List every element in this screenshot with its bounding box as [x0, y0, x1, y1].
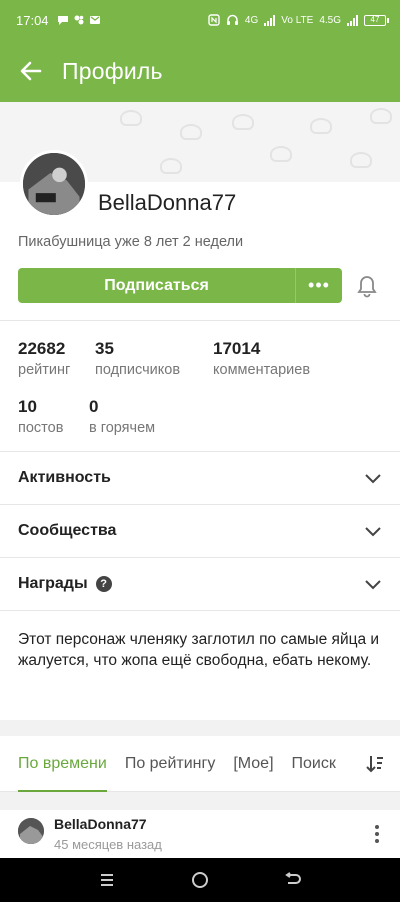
- network-label: 4G: [244, 14, 259, 26]
- gmail-icon: [89, 16, 100, 24]
- network2-label: 4.5G: [319, 14, 341, 26]
- nfc-icon: [208, 14, 220, 26]
- stat-caption: подписчиков: [95, 362, 181, 378]
- chevron-down-icon: [365, 527, 381, 537]
- menu-icon[interactable]: [95, 868, 119, 892]
- subscribe-button[interactable]: Подписаться: [18, 268, 296, 303]
- chevron-down-icon: [365, 474, 381, 484]
- subscribe-button-group: Подписаться •••: [18, 268, 342, 303]
- app-bar: Профиль: [0, 40, 400, 102]
- post-tabs: По времени По рейтингу [Мое] Поиск: [0, 736, 400, 792]
- app-icon: [74, 15, 84, 25]
- section-communities[interactable]: Сообщества: [0, 504, 400, 557]
- status-bar: 17:04 4G Vo LTE 4.5G 47: [0, 0, 400, 40]
- stat-posts[interactable]: 10 постов: [18, 397, 63, 436]
- stat-value: 0: [89, 397, 99, 416]
- section-label: Сообщества: [18, 522, 117, 539]
- status-time: 17:04: [16, 12, 49, 28]
- stat-value: 22682: [18, 339, 66, 358]
- chevron-down-icon: [365, 580, 381, 590]
- profile-stats: 22682 рейтинг 35 подписчиков 17014 комме…: [0, 321, 400, 451]
- page-title: Профиль: [62, 57, 163, 84]
- back-icon[interactable]: [281, 868, 305, 892]
- post-avatar[interactable]: [18, 818, 44, 844]
- home-icon[interactable]: [188, 868, 212, 892]
- chat-icon: [57, 16, 68, 25]
- avatar[interactable]: [20, 150, 88, 218]
- status-right: 4G Vo LTE 4.5G 47: [208, 14, 389, 26]
- signal-icon: [264, 14, 276, 26]
- tab-by-rating[interactable]: По рейтингу: [125, 736, 216, 792]
- volte-label: Vo LTE: [281, 14, 314, 26]
- sort-icon[interactable]: [366, 754, 384, 774]
- stat-subscribers[interactable]: 35 подписчиков: [95, 339, 180, 378]
- top-bar: 17:04 4G Vo LTE 4.5G 47 Профиль: [0, 0, 400, 102]
- section-gap: [0, 720, 400, 736]
- tab-by-time[interactable]: По времени: [18, 736, 107, 792]
- stat-value: 17014: [213, 339, 261, 358]
- section-label: Награды: [18, 575, 88, 592]
- stat-value: 35: [95, 339, 114, 358]
- more-vertical-icon[interactable]: [374, 824, 380, 844]
- system-nav-bar: [0, 858, 400, 902]
- post-author[interactable]: BellaDonna77: [54, 816, 147, 832]
- signal2-icon: [347, 14, 358, 26]
- stat-value: 10: [18, 397, 37, 416]
- tab-mine[interactable]: [Мое]: [233, 736, 273, 792]
- notification-icons: [57, 14, 101, 26]
- stat-hot[interactable]: 0 в горячем: [89, 397, 155, 436]
- stat-caption: в горячем: [89, 420, 156, 436]
- stat-comments[interactable]: 17014 комментариев: [213, 339, 310, 378]
- member-since: Пикабушница уже 8 лет 2 недели: [18, 234, 244, 250]
- profile-card: BellaDonna77 Пикабушница уже 8 лет 2 нед…: [0, 150, 400, 320]
- tab-search[interactable]: Поиск: [292, 736, 336, 792]
- section-label: Активность: [18, 469, 111, 486]
- stat-caption: комментариев: [213, 362, 311, 378]
- bell-icon[interactable]: [356, 274, 378, 298]
- profile-about: Этот персонаж членяку заглотил по самые …: [0, 610, 400, 720]
- help-icon[interactable]: ?: [95, 576, 112, 592]
- section-gap: [0, 792, 400, 810]
- stat-rating[interactable]: 22682 рейтинг: [18, 339, 70, 378]
- post-time: 45 месяцев назад: [54, 837, 162, 852]
- username: BellaDonna77: [98, 190, 237, 215]
- headphones-icon: [226, 14, 238, 25]
- stat-caption: постов: [18, 420, 64, 436]
- battery-icon: 47: [364, 14, 389, 26]
- section-activity[interactable]: Активность: [0, 451, 400, 504]
- back-arrow-icon[interactable]: [18, 58, 44, 84]
- post-header: BellaDonna77 45 месяцев назад: [0, 810, 400, 852]
- stat-caption: рейтинг: [18, 362, 71, 378]
- section-awards[interactable]: Награды ?: [0, 557, 400, 610]
- more-options-button[interactable]: •••: [296, 268, 342, 303]
